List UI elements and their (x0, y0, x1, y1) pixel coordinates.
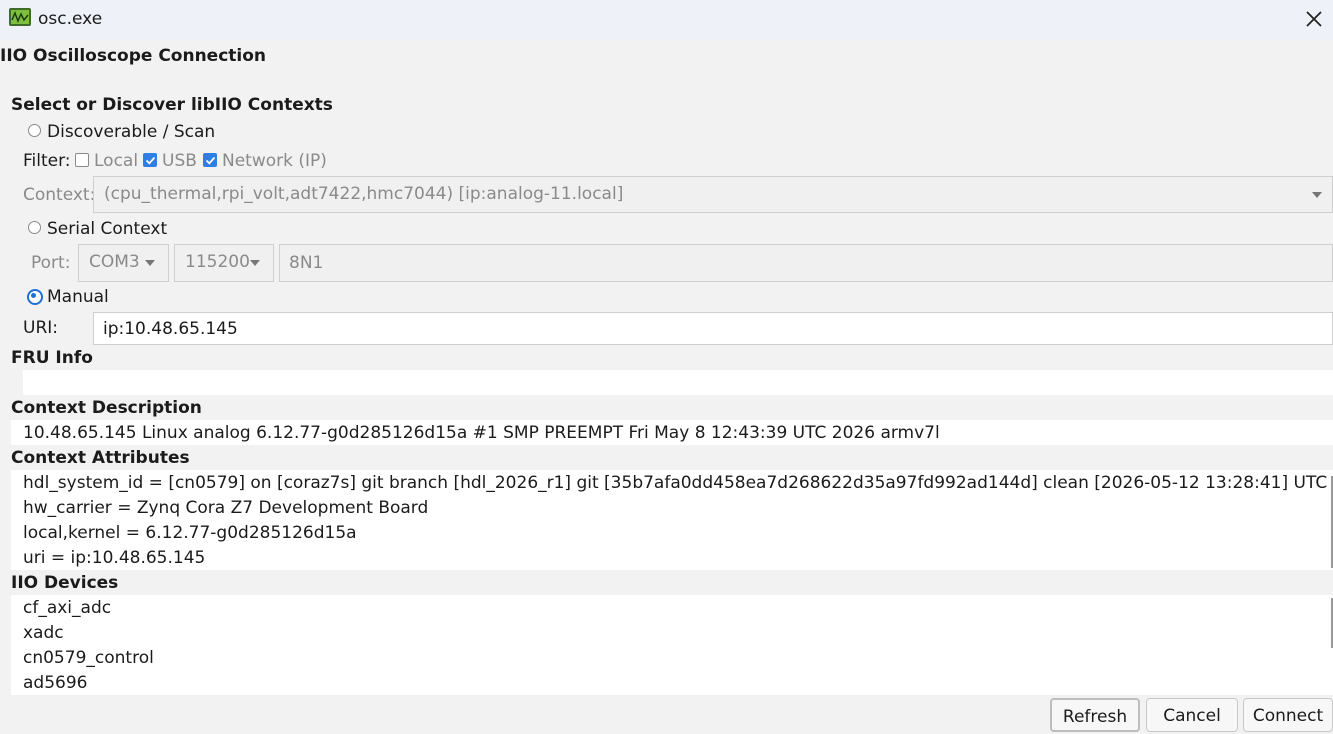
context-description-heading: Context Description (11, 398, 202, 418)
uri-input[interactable]: ip:10.48.65.145 (93, 312, 1333, 345)
list-item: uri = ip:10.48.65.145 (23, 548, 206, 568)
filter-label: Filter: (23, 151, 71, 171)
serial-radio[interactable] (28, 221, 41, 234)
context-dropdown-value: (cpu_thermal,rpi_volt,adt7422,hmc7044) [… (104, 184, 624, 204)
list-item: cn0579_control (23, 648, 154, 668)
uri-input-value: ip:10.48.65.145 (103, 319, 238, 339)
discover-radio-label[interactable]: Discoverable / Scan (47, 122, 215, 142)
chevron-down-icon[interactable] (1312, 192, 1322, 198)
port-dropdown[interactable]: COM3 (78, 244, 169, 282)
section-select-heading: Select or Discover libIIO Contexts (11, 95, 333, 115)
list-item: ad5696 (23, 673, 88, 693)
port-label: Port: (31, 253, 71, 273)
cancel-button[interactable]: Cancel (1146, 698, 1238, 732)
filter-network-label[interactable]: Network (IP) (222, 151, 327, 171)
window-title: osc.exe (38, 9, 103, 29)
checkmark-icon (145, 156, 156, 165)
list-item: hdl_system_id = [cn0579] on [coraz7s] gi… (23, 473, 1328, 493)
connect-button[interactable]: Connect (1243, 698, 1333, 732)
fru-info-heading: FRU Info (11, 348, 93, 368)
chevron-down-icon[interactable] (250, 260, 260, 266)
discover-radio[interactable] (28, 124, 41, 137)
list-item: cf_axi_adc (23, 598, 112, 618)
serial-config-input[interactable]: 8N1 (279, 244, 1333, 282)
filter-local-checkbox[interactable] (75, 153, 89, 167)
baud-dropdown-value: 115200 (185, 252, 250, 272)
filter-network-checkbox[interactable] (203, 153, 217, 167)
port-dropdown-value: COM3 (89, 252, 140, 272)
title-bar (0, 0, 1333, 40)
list-item: xadc (23, 623, 64, 643)
filter-usb-label[interactable]: USB (162, 151, 197, 171)
filter-usb-checkbox[interactable] (143, 153, 157, 167)
serial-config-value: 8N1 (289, 253, 324, 273)
context-dropdown[interactable]: (cpu_thermal,rpi_volt,adt7422,hmc7044) [… (93, 176, 1333, 213)
refresh-button[interactable]: Refresh (1050, 698, 1140, 732)
context-label: Context: (23, 185, 96, 205)
manual-radio-label[interactable]: Manual (47, 287, 109, 307)
iio-devices-heading: IIO Devices (11, 573, 119, 593)
dialog-title: IIO Oscilloscope Connection (0, 46, 267, 66)
filter-local-label[interactable]: Local (94, 151, 138, 171)
list-item: local,kernel = 6.12.77-g0d285126d15a (23, 523, 357, 543)
fru-info-panel (23, 370, 1333, 395)
oscilloscope-app-icon (9, 8, 31, 26)
manual-radio[interactable] (27, 289, 43, 305)
chevron-down-icon[interactable] (145, 260, 155, 266)
iio-devices-panel (11, 595, 1333, 695)
list-item: hw_carrier = Zynq Cora Z7 Development Bo… (23, 498, 429, 518)
uri-label: URI: (23, 318, 58, 338)
context-description-text: 10.48.65.145 Linux analog 6.12.77-g0d285… (23, 423, 940, 443)
checkmark-icon (205, 156, 216, 165)
context-attributes-heading: Context Attributes (11, 448, 190, 468)
close-icon[interactable] (1301, 6, 1327, 32)
serial-radio-label[interactable]: Serial Context (47, 219, 167, 239)
